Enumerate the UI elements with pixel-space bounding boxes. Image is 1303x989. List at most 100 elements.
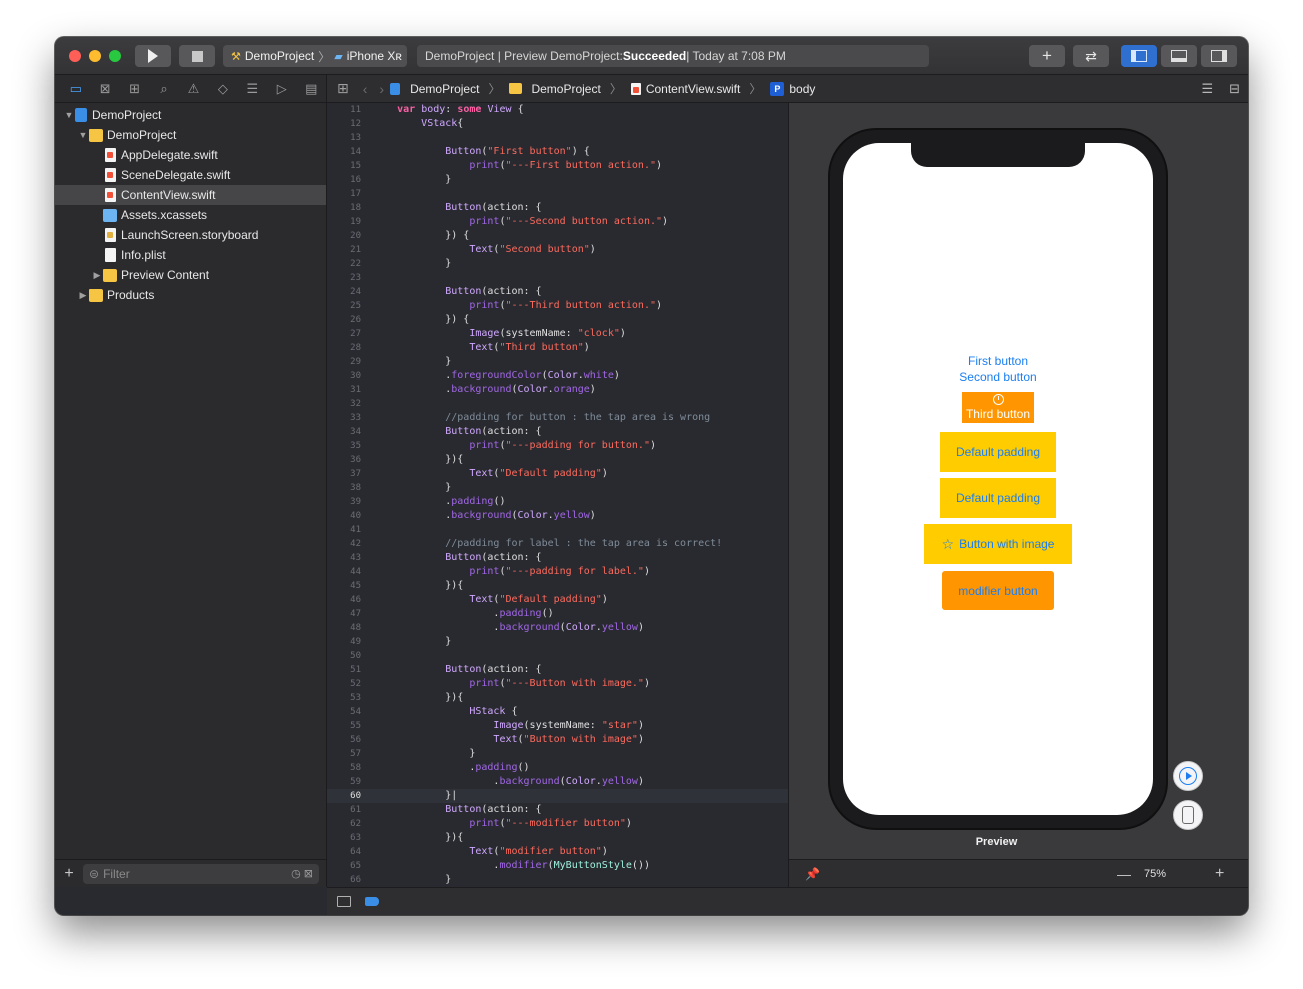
second-button[interactable]: Second button — [843, 370, 1153, 384]
code-line[interactable]: 60 }| — [327, 789, 788, 803]
disclosure-triangle-icon[interactable]: ▼ — [63, 110, 75, 120]
symbol-hierarchy-icon[interactable]: ⊞ — [120, 75, 149, 103]
breadcrumb-symbol[interactable]: body — [789, 82, 815, 96]
recent-files-icon[interactable]: ◷ ⊠ — [291, 867, 313, 880]
code-line[interactable]: 49 } — [327, 635, 788, 649]
disclosure-triangle-icon[interactable]: ▶ — [77, 290, 89, 301]
code-line[interactable]: 59 .background(Color.yellow) — [327, 775, 788, 789]
code-line[interactable]: 63 }){ — [327, 831, 788, 845]
breadcrumb-file[interactable]: ContentView.swift — [646, 82, 741, 96]
code-line[interactable]: 22 } — [327, 257, 788, 271]
preview-on-device-button[interactable] — [1173, 800, 1203, 830]
minimap-icon[interactable] — [337, 896, 351, 907]
code-line[interactable]: 39 .padding() — [327, 495, 788, 509]
code-line[interactable]: 38 } — [327, 481, 788, 495]
code-line[interactable]: 56 Text("Button with image") — [327, 733, 788, 747]
live-preview-button[interactable] — [1173, 761, 1203, 791]
disclosure-triangle-icon[interactable]: ▼ — [77, 130, 89, 140]
folder-icon[interactable]: ▭ — [61, 75, 90, 103]
library-button[interactable]: + — [1029, 45, 1065, 67]
code-line[interactable]: 47 .padding() — [327, 607, 788, 621]
code-line[interactable]: 20 }) { — [327, 229, 788, 243]
code-line[interactable]: 43 Button(action: { — [327, 551, 788, 565]
first-button[interactable]: First button — [843, 354, 1153, 368]
source-control-icon[interactable]: ⊠ — [90, 75, 119, 103]
tree-item[interactable]: LaunchScreen.storyboard — [55, 225, 326, 245]
tree-item[interactable]: ▼ DemoProject — [55, 125, 326, 145]
code-line[interactable]: 41 — [327, 523, 788, 537]
source-editor[interactable]: 11 var body: some View {12 VStack{13 14 B… — [327, 103, 788, 887]
code-line[interactable]: 45 }){ — [327, 579, 788, 593]
code-line[interactable]: 50 — [327, 649, 788, 663]
code-line[interactable]: 65 .modifier(MyButtonStyle()) — [327, 859, 788, 873]
code-line[interactable]: 58 .padding() — [327, 761, 788, 775]
warning-icon[interactable]: ⚠ — [179, 75, 208, 103]
code-line[interactable]: 57 } — [327, 747, 788, 761]
code-review-button[interactable]: ⇄ — [1073, 45, 1109, 67]
toggle-debug-area-button[interactable] — [1161, 45, 1197, 67]
code-line[interactable]: 29 } — [327, 355, 788, 369]
filter-field[interactable]: ⊜ Filter ◷ ⊠ — [83, 863, 319, 884]
code-line[interactable]: 62 print("---modifier button") — [327, 817, 788, 831]
default-padding-button-2[interactable]: Default padding — [940, 478, 1056, 518]
code-line[interactable]: 64 Text("modifier button") — [327, 845, 788, 859]
code-line[interactable]: 55 Image(systemName: "star") — [327, 719, 788, 733]
code-line[interactable]: 30 .foregroundColor(Color.white) — [327, 369, 788, 383]
button-with-image[interactable]: ☆ Button with image — [924, 524, 1072, 564]
breadcrumb-group[interactable]: DemoProject — [531, 82, 600, 96]
third-button[interactable]: Third button — [962, 392, 1034, 423]
code-line[interactable]: 24 Button(action: { — [327, 285, 788, 299]
breakpoint-icon[interactable]: ▷ — [267, 75, 296, 103]
code-line[interactable]: 11 var body: some View { — [327, 103, 788, 117]
code-line[interactable]: 17 — [327, 187, 788, 201]
code-line[interactable]: 23 — [327, 271, 788, 285]
tree-item[interactable]: ▶ Preview Content — [55, 265, 326, 285]
toggle-navigator-button[interactable] — [1121, 45, 1157, 67]
breadcrumb[interactable]: DemoProject 〉 DemoProject 〉 ContentView.… — [390, 80, 815, 97]
code-line[interactable]: 37 Text("Default padding") — [327, 467, 788, 481]
code-line[interactable]: 28 Text("Third button") — [327, 341, 788, 355]
code-line[interactable]: 51 Button(action: { — [327, 663, 788, 677]
search-icon[interactable]: ⌕ — [149, 75, 178, 103]
zoom-window-button[interactable] — [109, 50, 121, 62]
default-padding-button-1[interactable]: Default padding — [940, 432, 1056, 472]
toggle-inspector-button[interactable] — [1201, 45, 1237, 67]
code-line[interactable]: 21 Text("Second button") — [327, 243, 788, 257]
add-file-button[interactable]: + — [55, 865, 83, 883]
scheme-selector[interactable]: ⚒ DemoProject 〉 ▰ iPhone Xʀ — [223, 45, 407, 67]
close-window-button[interactable] — [69, 50, 81, 62]
code-line[interactable]: 27 Image(systemName: "clock") — [327, 327, 788, 341]
tree-item[interactable]: Info.plist — [55, 245, 326, 265]
code-line[interactable]: 36 }){ — [327, 453, 788, 467]
code-line[interactable]: 16 } — [327, 173, 788, 187]
test-diamond-icon[interactable]: ◇ — [208, 75, 237, 103]
code-line[interactable]: 53 }){ — [327, 691, 788, 705]
code-line[interactable]: 52 print("---Button with image.") — [327, 677, 788, 691]
tree-item[interactable]: SceneDelegate.swift — [55, 165, 326, 185]
code-line[interactable]: 18 Button(action: { — [327, 201, 788, 215]
tree-item[interactable]: ▶ Products — [55, 285, 326, 305]
tree-item[interactable]: AppDelegate.swift — [55, 145, 326, 165]
code-line[interactable]: 40 .background(Color.yellow) — [327, 509, 788, 523]
code-line[interactable]: 42 //padding for label : the tap area is… — [327, 537, 788, 551]
code-line[interactable]: 31 .background(Color.orange) — [327, 383, 788, 397]
code-line[interactable]: 54 HStack { — [327, 705, 788, 719]
zoom-in-button[interactable]: + — [1215, 865, 1224, 883]
code-line[interactable]: 61 Button(action: { — [327, 803, 788, 817]
forward-arrow-icon[interactable]: › — [379, 81, 384, 97]
modifier-button[interactable]: modifier button — [942, 571, 1054, 610]
code-line[interactable]: 35 print("---padding for button.") — [327, 439, 788, 453]
code-line[interactable]: 15 print("---First button action.") — [327, 159, 788, 173]
code-line[interactable]: 19 print("---Second button action.") — [327, 215, 788, 229]
tree-item[interactable]: ContentView.swift — [55, 185, 326, 205]
disclosure-triangle-icon[interactable]: ▶ — [91, 270, 103, 281]
report-icon[interactable]: ▤ — [297, 75, 326, 103]
code-line[interactable]: 26 }) { — [327, 313, 788, 327]
back-arrow-icon[interactable]: ‹ — [363, 81, 368, 97]
debug-icon[interactable]: ☰ — [238, 75, 267, 103]
split-editor-icon[interactable]: ⊟ — [1229, 81, 1240, 97]
breadcrumb-project[interactable]: DemoProject — [410, 82, 479, 96]
code-line[interactable]: 12 VStack{ — [327, 117, 788, 131]
stop-button[interactable] — [179, 45, 215, 67]
tag-icon[interactable] — [365, 897, 379, 906]
